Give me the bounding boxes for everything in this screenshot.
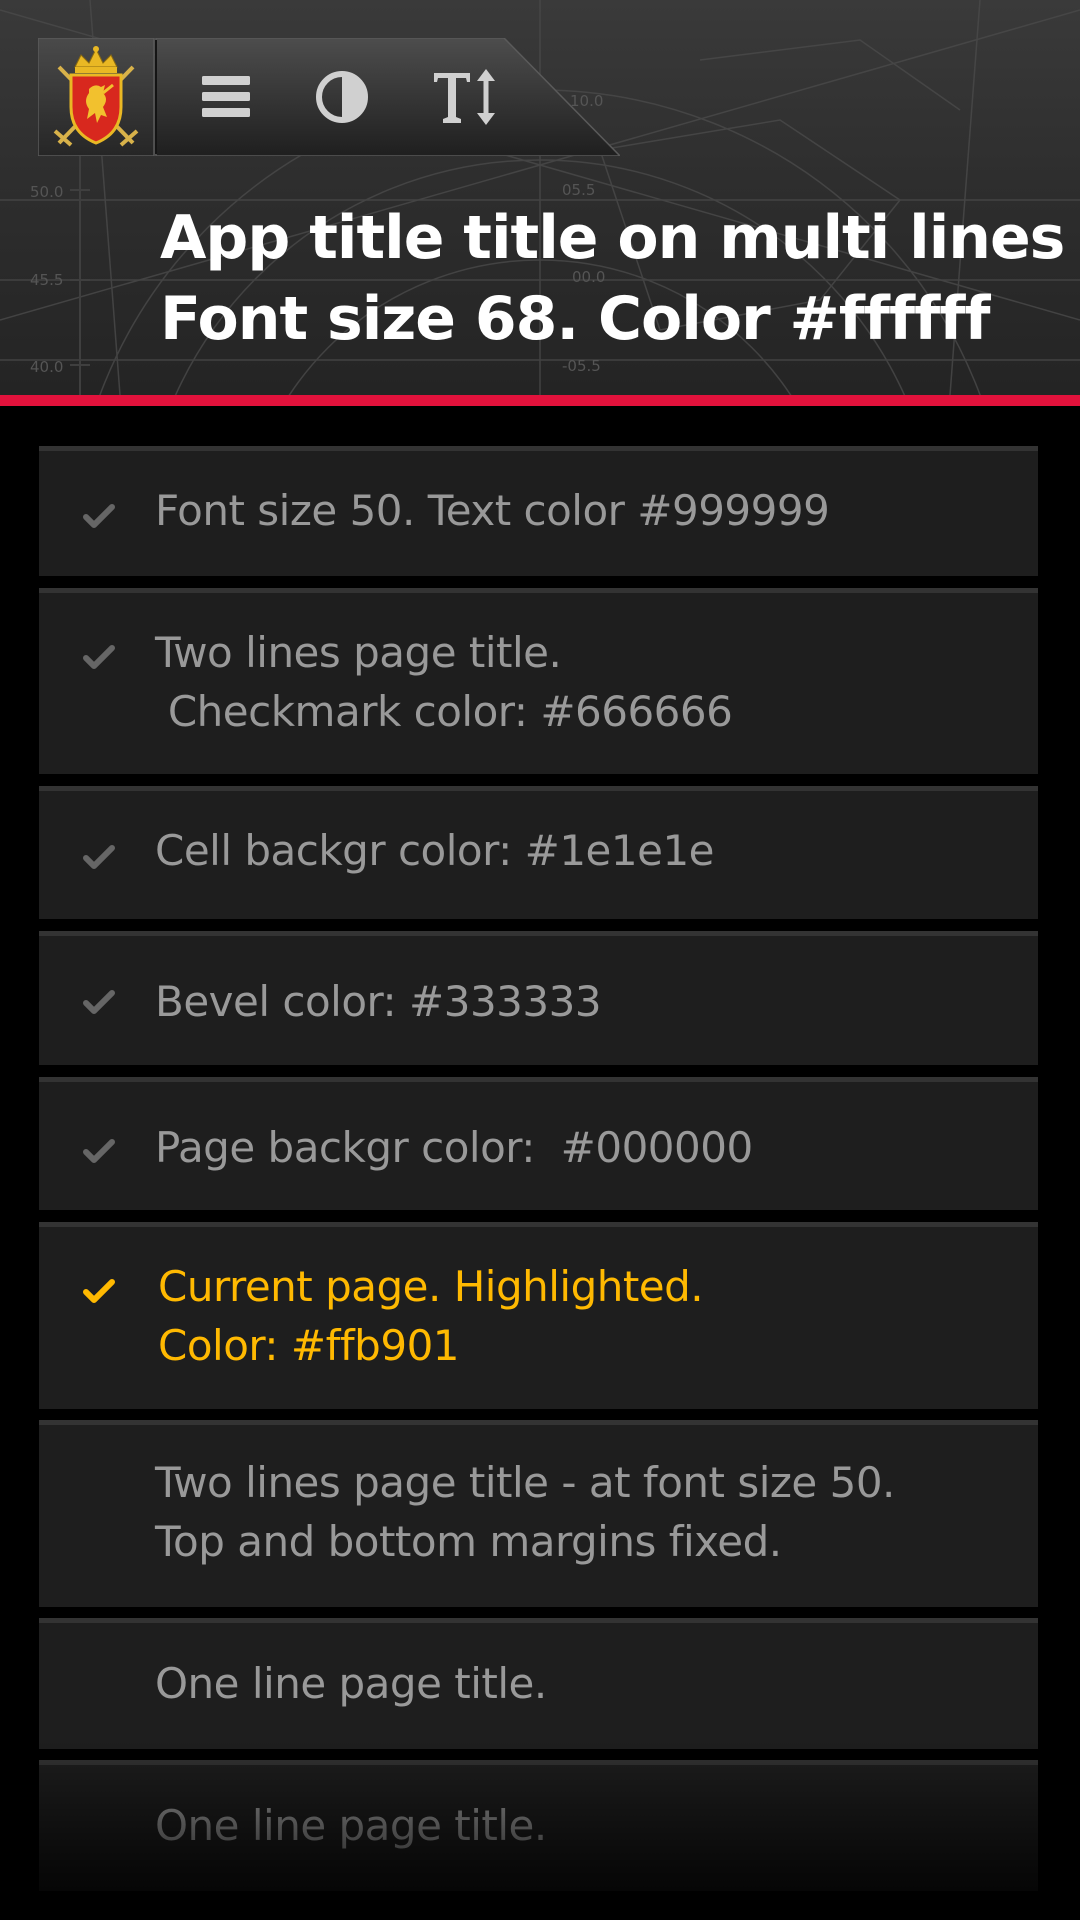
contrast-icon	[316, 71, 368, 123]
chart-label: 50.0	[30, 183, 63, 201]
list-item-current-page[interactable]: Current page. Highlighted. Color: #ffb90…	[39, 1222, 1038, 1409]
text-size-icon	[434, 69, 495, 125]
list-item-label: One line page title.	[155, 1659, 547, 1708]
emblem-button[interactable]	[38, 38, 154, 156]
checkmark-icon	[83, 645, 115, 669]
list-item-label: Two lines page title - at font size 50. …	[155, 1458, 895, 1566]
menu-button[interactable]	[168, 38, 284, 156]
app-title: App title title on multi lines Font size…	[160, 198, 1065, 360]
chart-label: 40.0	[30, 358, 63, 376]
checkmark-icon	[83, 504, 115, 528]
menu-icon	[202, 76, 250, 117]
list-item-label: Bevel color: #333333	[155, 977, 602, 1026]
checkmark-icon	[83, 845, 115, 869]
list-item-label: Current page. Highlighted. Color: #ffb90…	[158, 1262, 704, 1370]
app-title-line-2: Font size 68. Color #ffffff	[160, 284, 990, 354]
list-item-page-3[interactable]: Cell backgr color: #1e1e1e	[39, 786, 1038, 919]
toolbar	[38, 38, 620, 156]
contrast-button[interactable]	[284, 38, 400, 156]
list-item-label: One line page title.	[155, 1801, 547, 1850]
coat-of-arms-icon	[53, 46, 139, 147]
list-item-page-8[interactable]: One line page title.	[39, 1618, 1038, 1749]
app-header: 50.0 45.5 40.0 05.5 00.0 -05.5 10.0 App …	[0, 0, 1080, 395]
list-item-page-2[interactable]: Two lines page title. Checkmark color: #…	[39, 588, 1038, 774]
list-item-page-5[interactable]: Page backgr color: #000000	[39, 1077, 1038, 1210]
list-item-label: Page backgr color: #000000	[155, 1123, 753, 1172]
text-size-button[interactable]	[400, 38, 530, 156]
list-item-label: Font size 50. Text color #999999	[155, 486, 830, 535]
list-item-page-1[interactable]: Font size 50. Text color #999999	[39, 446, 1038, 576]
checkmark-icon	[83, 990, 115, 1014]
chart-label: 05.5	[562, 181, 595, 199]
list-item-label: Two lines page title. Checkmark color: #…	[155, 628, 733, 736]
checkmark-icon	[83, 1139, 115, 1163]
list-item-page-4[interactable]: Bevel color: #333333	[39, 931, 1038, 1065]
list-item-page-7[interactable]: Two lines page title - at font size 50. …	[39, 1420, 1038, 1607]
chart-label: 45.5	[30, 271, 63, 289]
list-item-label: Cell backgr color: #1e1e1e	[155, 826, 715, 875]
header-accent-rule	[0, 395, 1080, 406]
list-item-page-9[interactable]: One line page title.	[39, 1760, 1038, 1891]
checkmark-icon	[83, 1279, 115, 1303]
app-title-line-1: App title title on multi lines	[160, 203, 1065, 273]
